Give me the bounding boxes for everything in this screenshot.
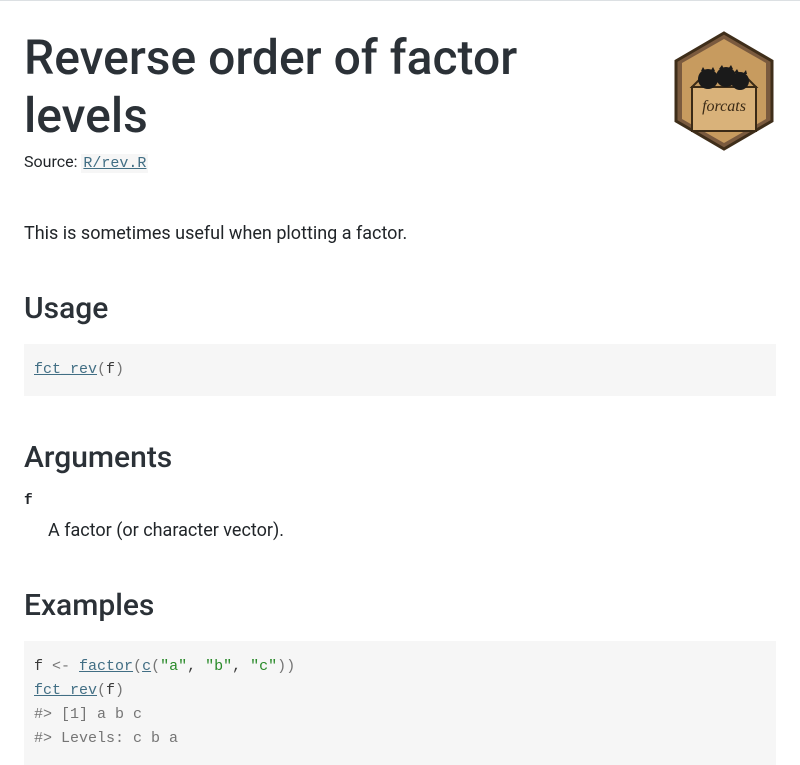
factor-fn-link[interactable]: factor <box>79 658 133 675</box>
source-line: Source: R/rev.R <box>24 152 652 172</box>
output-line: #> [1] a b c <box>34 706 142 723</box>
paren: ) <box>277 658 286 675</box>
paren-close: ) <box>115 361 124 378</box>
paren: ( <box>133 658 142 675</box>
header-text: Reverse order of factor levels Source: R… <box>24 29 652 172</box>
usage-heading: Usage <box>24 291 776 326</box>
comma: , <box>232 658 250 675</box>
assign-op: <- <box>43 658 79 675</box>
page-header: Reverse order of factor levels Source: R… <box>24 1 776 172</box>
arg-name: f <box>24 493 776 509</box>
usage-arg: f <box>106 361 115 378</box>
ex-var: f <box>34 658 43 675</box>
description: This is sometimes useful when plotting a… <box>24 220 776 247</box>
comma: , <box>187 658 205 675</box>
paren: ( <box>97 682 106 699</box>
paren: ) <box>115 682 124 699</box>
fct-rev-fn-link[interactable]: fct_rev <box>34 682 97 699</box>
paren: ) <box>286 658 295 675</box>
string-literal: "b" <box>205 658 232 675</box>
paren: ( <box>151 658 160 675</box>
paren-open: ( <box>97 361 106 378</box>
page-title: Reverse order of factor levels <box>24 29 652 144</box>
forcats-logo: forcats <box>672 31 776 155</box>
usage-fn-link[interactable]: fct_rev <box>34 361 97 378</box>
logo-label: forcats <box>702 98 746 115</box>
c-fn-link[interactable]: c <box>142 658 151 675</box>
source-label: Source: <box>24 152 81 171</box>
examples-code-block: f <- factor(c("a", "b", "c")) fct_rev(f)… <box>24 641 776 765</box>
ex-arg: f <box>106 682 115 699</box>
arg-desc: A factor (or character vector). <box>48 517 776 544</box>
string-literal: "a" <box>160 658 187 675</box>
examples-heading: Examples <box>24 588 776 623</box>
string-literal: "c" <box>250 658 277 675</box>
source-link[interactable]: R/rev.R <box>81 154 148 173</box>
arguments-heading: Arguments <box>24 440 776 475</box>
output-line: #> Levels: c b a <box>34 730 178 747</box>
usage-code-block: fct_rev(f) <box>24 344 776 396</box>
